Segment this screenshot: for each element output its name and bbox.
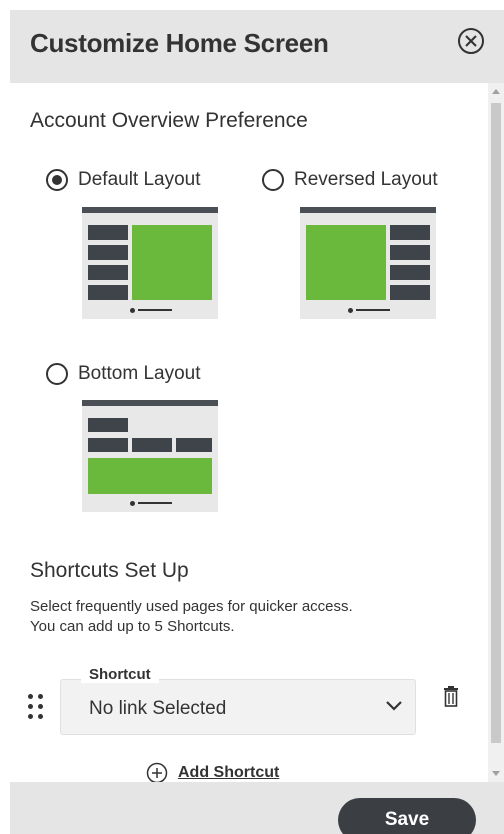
radio-icon <box>262 169 284 191</box>
preview-dot <box>130 308 135 313</box>
preview-topbar <box>82 207 218 213</box>
shortcuts-title: Shortcuts Set Up <box>30 559 189 582</box>
bottom-layout-preview[interactable] <box>82 400 218 512</box>
preview-dot <box>130 501 135 506</box>
preview-block <box>88 438 128 452</box>
scroll-thumb[interactable] <box>491 103 501 743</box>
dialog-footer: Save <box>10 782 504 834</box>
preview-block <box>390 265 430 280</box>
preview-main-area <box>306 225 386 300</box>
preview-block <box>176 438 212 452</box>
trash-icon[interactable] <box>443 685 459 707</box>
preview-line <box>138 502 172 504</box>
preview-topbar <box>82 400 218 406</box>
preview-line <box>356 309 390 311</box>
close-button[interactable] <box>456 26 486 56</box>
preview-block <box>390 225 430 240</box>
preview-dot <box>348 308 353 313</box>
radio-default-layout[interactable]: Default Layout <box>46 169 201 191</box>
shortcut-field-label: Shortcut <box>81 666 159 683</box>
add-shortcut-button[interactable]: Add Shortcut <box>146 762 279 782</box>
radio-bottom-layout[interactable]: Bottom Layout <box>46 363 201 385</box>
preview-block <box>390 245 430 260</box>
radio-label-default-layout: Default Layout <box>78 169 201 190</box>
dialog-header: Customize Home Screen <box>10 10 504 83</box>
radio-label-reversed-layout: Reversed Layout <box>294 169 438 190</box>
close-circle-icon <box>458 28 484 54</box>
preview-block <box>88 245 128 260</box>
add-shortcut-label: Add Shortcut <box>178 764 280 781</box>
save-button[interactable]: Save <box>338 798 476 834</box>
preview-block <box>88 418 128 432</box>
chevron-down-icon <box>386 701 402 711</box>
dialog-content: Account Overview Preference Default Layo… <box>10 83 488 782</box>
preview-line <box>138 309 172 311</box>
plus-circle-icon <box>146 762 168 782</box>
preview-block <box>88 225 128 240</box>
preview-main-area <box>132 225 212 300</box>
radio-label-bottom-layout: Bottom Layout <box>78 363 201 384</box>
radio-reversed-layout[interactable]: Reversed Layout <box>262 169 438 191</box>
dialog-title: Customize Home Screen <box>30 28 329 58</box>
shortcuts-description-line2: You can add up to 5 Shortcuts. <box>30 618 235 635</box>
preview-block <box>132 438 172 452</box>
account-overview-title: Account Overview Preference <box>30 109 308 132</box>
shortcut-field-value: No link Selected <box>89 698 227 719</box>
preview-block <box>390 285 430 300</box>
reversed-layout-preview[interactable] <box>300 207 436 319</box>
preview-topbar <box>300 207 436 213</box>
scroll-down-arrow-icon[interactable] <box>492 771 500 776</box>
drag-handle-icon[interactable] <box>28 694 48 722</box>
radio-icon <box>46 169 68 191</box>
radio-icon <box>46 363 68 385</box>
preview-main-area <box>88 458 212 494</box>
shortcut-select[interactable]: Shortcut No link Selected <box>60 666 416 735</box>
scrollbar[interactable] <box>488 83 504 782</box>
default-layout-preview[interactable] <box>82 207 218 319</box>
scroll-up-arrow-icon[interactable] <box>492 89 500 94</box>
preview-block <box>88 265 128 280</box>
preview-block <box>88 285 128 300</box>
shortcuts-description-line1: Select frequently used pages for quicker… <box>30 598 353 615</box>
